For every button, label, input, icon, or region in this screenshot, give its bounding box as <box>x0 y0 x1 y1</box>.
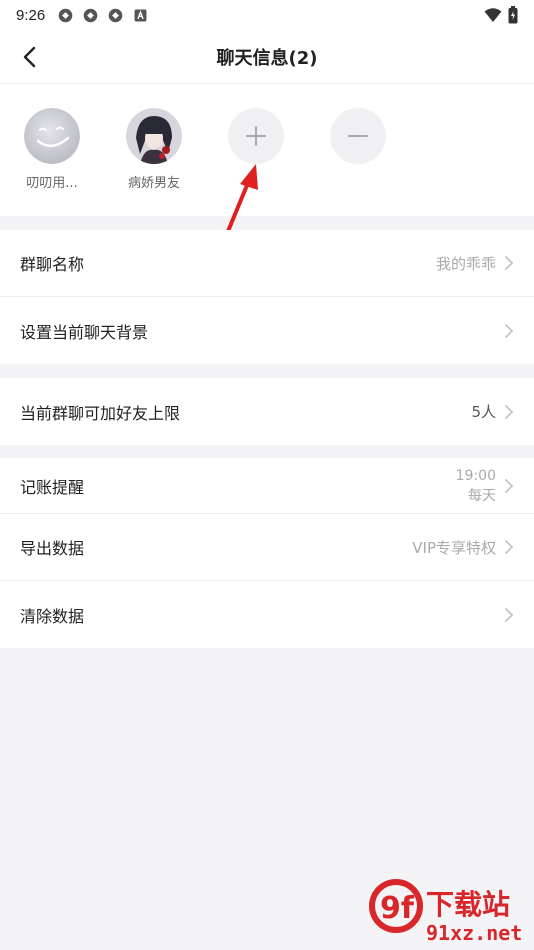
chevron-right-icon <box>505 404 514 419</box>
notification-icon <box>83 8 98 22</box>
app-a-icon <box>134 9 147 21</box>
group-name-value: 我的乖乖 <box>435 254 496 273</box>
chevron-right-icon <box>505 607 514 622</box>
chevron-right-icon <box>505 478 514 493</box>
member-item[interactable]: 病娇男友 <box>126 108 182 216</box>
back-button[interactable] <box>14 42 44 72</box>
member-name: 叨叨用... <box>26 176 78 191</box>
group-settings-section: 群聊名称 我的乖乖 设置当前聊天背景 <box>0 230 534 364</box>
notification-icon <box>108 8 123 22</box>
plus-icon <box>246 126 266 146</box>
reminder-time: 19:00 <box>455 467 496 484</box>
friend-limit-section: 当前群聊可加好友上限 5人 <box>0 378 534 445</box>
back-arrow-icon <box>23 46 36 68</box>
remove-member-circle <box>330 108 386 164</box>
svg-text:91xz.net: 91xz.net <box>426 921 522 945</box>
export-data-label: 导出数据 <box>20 539 85 558</box>
clear-data-row[interactable]: 清除数据 <box>0 581 534 648</box>
chevron-right-icon <box>505 540 514 554</box>
status-bar: 9:26 <box>0 0 534 30</box>
member-name: 病娇男友 <box>127 176 180 191</box>
avatar <box>24 108 80 164</box>
chat-background-label: 设置当前聊天背景 <box>20 322 149 342</box>
nav-bar: 聊天信息(2) <box>0 30 534 84</box>
avatar <box>126 108 182 164</box>
status-time: 9:26 <box>16 6 46 24</box>
member-item[interactable]: 叨叨用... <box>24 108 80 216</box>
page-title: 聊天信息(2) <box>216 47 318 69</box>
minus-icon <box>348 135 368 137</box>
group-name-label: 群聊名称 <box>20 255 85 274</box>
friend-limit-row[interactable]: 当前群聊可加好友上限 5人 <box>0 378 534 445</box>
remove-member-button[interactable] <box>330 108 386 216</box>
chat-background-row[interactable]: 设置当前聊天背景 <box>0 297 534 364</box>
notification-icon <box>58 8 73 22</box>
clear-data-label: 清除数据 <box>20 606 85 626</box>
reminder-repeat: 每天 <box>468 487 496 504</box>
export-data-row[interactable]: 导出数据 VIP专享特权 <box>0 514 534 581</box>
battery-icon <box>508 6 518 24</box>
smiley-avatar-icon <box>24 108 80 164</box>
svg-text:9f: 9f <box>380 891 415 926</box>
reminder-label: 记账提醒 <box>20 477 85 497</box>
anime-avatar-icon <box>126 108 182 164</box>
friend-limit-value: 5人 <box>471 403 496 421</box>
status-system-icons <box>484 6 518 24</box>
add-member-circle <box>228 108 284 164</box>
status-notification-icons <box>57 7 149 24</box>
chevron-right-icon <box>505 323 514 338</box>
group-name-row[interactable]: 群聊名称 我的乖乖 <box>0 230 534 297</box>
reminder-value: 19:00 每天 <box>456 466 496 506</box>
data-settings-section: 记账提醒 19:00 每天 导出数据 VIP专享特权 清除数据 <box>0 458 534 648</box>
export-data-value: VIP专享特权 <box>412 538 496 557</box>
watermark-logo: 9f 下载站 91xz.net <box>369 879 522 945</box>
chevron-right-icon <box>505 256 514 270</box>
reminder-row[interactable]: 记账提醒 19:00 每天 <box>0 458 534 514</box>
friend-limit-label: 当前群聊可加好友上限 <box>20 403 181 423</box>
wifi-icon <box>484 8 502 22</box>
svg-text:下载站: 下载站 <box>426 888 510 921</box>
